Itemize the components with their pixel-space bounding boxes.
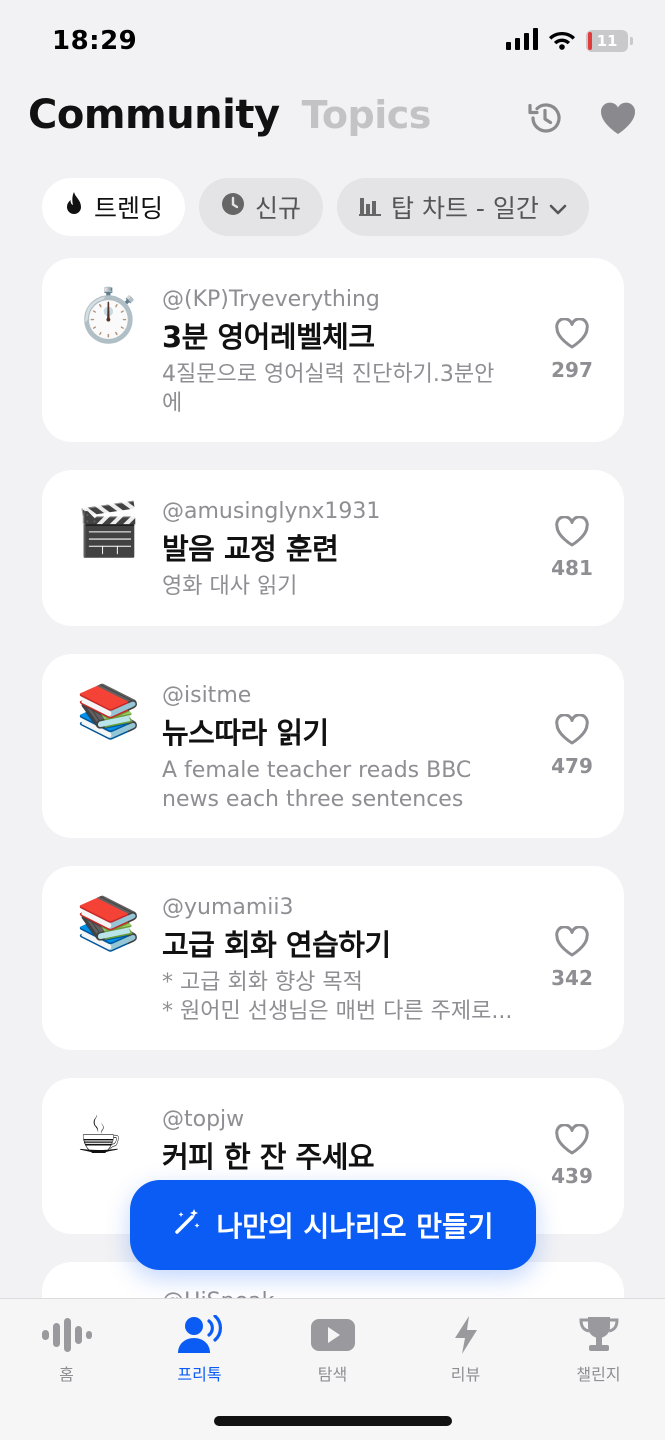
card-description: 영화 대사 읽기 — [162, 574, 298, 599]
card-body: @yumamii3 고급 회화 연습하기 * 고급 회화 향상 목적 * 원어민… — [162, 894, 514, 1026]
card-author[interactable]: @amusinglynx1931 — [162, 498, 514, 526]
wifi-icon — [548, 28, 576, 54]
card-body: @topjw 커피 한 잔 주세요 — [162, 1106, 514, 1176]
battery-icon: 11 — [586, 30, 628, 52]
trophy-icon — [578, 1313, 619, 1357]
tab-topics[interactable]: Topics — [302, 93, 432, 137]
card-author[interactable]: @yumamii3 — [162, 894, 514, 922]
play-icon — [310, 1313, 355, 1357]
like-button[interactable]: 479 — [548, 713, 596, 778]
card-description: 4질문으로 영어실력 진단하기.3분안에 100%진단가능 — [162, 362, 495, 416]
tab-community[interactable]: Community — [28, 92, 280, 138]
card-body: @amusinglynx1931 발음 교정 훈련 영화 대사 읽기 — [162, 498, 514, 601]
history-icon[interactable] — [525, 98, 565, 142]
card-title: 발음 교정 훈련 — [162, 532, 339, 566]
bottom-nav-items: 홈 프리톡 탐색 리뷰 챌린지 — [0, 1299, 665, 1385]
filter-new[interactable]: 신규 — [199, 178, 324, 236]
nav-item-review[interactable]: 리뷰 — [411, 1313, 521, 1385]
battery-tip — [630, 37, 633, 45]
scenario-card[interactable]: 📚 @yumamii3 고급 회화 연습하기 * 고급 회화 향상 목적 * 원… — [42, 866, 624, 1050]
nav-label-review: 리뷰 — [450, 1365, 481, 1384]
filter-trending[interactable]: 트렌딩 — [42, 178, 186, 236]
create-scenario-label: 나만의 시나리오 만들기 — [216, 1210, 494, 1243]
filter-chips: 트렌딩 신규 탑 차트 - 일간 — [42, 178, 589, 236]
nav-item-explore[interactable]: 탐색 — [278, 1313, 388, 1385]
signal-icon — [506, 28, 538, 54]
heart-outline-icon — [554, 925, 590, 962]
card-body: @(KP)Tryeverything 3분 영어레벨체크 4질문으로 영어실력 … — [162, 286, 514, 418]
status-icons: 11 — [506, 28, 633, 54]
like-count: 439 — [551, 1164, 593, 1188]
like-button[interactable]: 297 — [548, 317, 596, 382]
card-title: 3분 영어레벨체크 — [162, 320, 375, 354]
magic-wand-icon — [172, 1207, 202, 1244]
card-title: 뉴스따라 읽기 — [162, 716, 329, 750]
header: Community Topics — [28, 92, 637, 152]
nav-item-freetalk[interactable]: 프리톡 — [145, 1313, 255, 1385]
bar-chart-icon — [359, 193, 382, 222]
nav-label-home: 홈 — [59, 1365, 74, 1384]
battery-level: 11 — [596, 32, 618, 50]
waveform-icon — [41, 1313, 92, 1357]
coffee-icon: ☕ — [76, 1106, 123, 1166]
books-icon: 📚 — [76, 682, 141, 742]
card-title: 고급 회화 연습하기 — [162, 928, 391, 962]
filter-trending-label: 트렌딩 — [94, 194, 164, 223]
like-button[interactable]: 481 — [548, 515, 596, 580]
card-description: A female teacher reads BBC news each thr… — [162, 758, 472, 812]
nav-item-challenge[interactable]: 챌린지 — [544, 1313, 654, 1385]
home-indicator[interactable] — [214, 1416, 452, 1426]
chevron-down-icon — [549, 193, 567, 222]
stopwatch-icon: ⏱️ — [76, 286, 141, 346]
card-author[interactable]: @isitme — [162, 682, 514, 710]
clock-icon — [221, 192, 245, 222]
card-body: @isitme 뉴스따라 읽기 A female teacher reads B… — [162, 682, 514, 814]
like-count: 297 — [551, 358, 593, 382]
like-button[interactable]: 342 — [548, 925, 596, 990]
clapperboard-icon: 🎬 — [76, 500, 141, 560]
header-actions — [525, 98, 637, 142]
nav-item-home[interactable]: 홈 — [12, 1313, 122, 1385]
heart-outline-icon — [554, 515, 590, 552]
card-author[interactable]: @(KP)Tryeverything — [162, 286, 514, 314]
scenario-card[interactable]: 📚 @isitme 뉴스따라 읽기 A female teacher reads… — [42, 654, 624, 838]
card-author[interactable]: @topjw — [162, 1106, 514, 1134]
status-bar: 18:29 11 — [0, 0, 665, 84]
card-description: * 고급 회화 향상 목적 * 원어민 선생님은 매번 다른 주제로... — [162, 970, 513, 1024]
create-scenario-button[interactable]: 나만의 시나리오 만들기 — [130, 1180, 536, 1270]
nav-label-challenge: 챌린지 — [576, 1365, 621, 1384]
like-count: 479 — [551, 754, 593, 778]
heart-outline-icon — [554, 1123, 590, 1160]
heart-outline-icon — [554, 317, 590, 354]
books-icon: 📚 — [76, 894, 141, 954]
scenario-card[interactable]: ⏱️ @(KP)Tryeverything 3분 영어레벨체크 4질문으로 영어… — [42, 258, 624, 442]
nav-label-freetalk: 프리톡 — [177, 1365, 222, 1384]
card-title: 커피 한 잔 주세요 — [162, 1140, 375, 1174]
scenario-card[interactable]: 🎬 @amusinglynx1931 발음 교정 훈련 영화 대사 읽기 481 — [42, 470, 624, 626]
like-count: 342 — [551, 966, 593, 990]
flame-icon — [64, 191, 84, 223]
person-speaking-icon — [176, 1313, 224, 1357]
heart-outline-icon — [554, 713, 590, 750]
like-count: 481 — [551, 556, 593, 580]
filter-top-chart-label: 탑 차트 - 일간 — [391, 194, 539, 223]
filter-top-chart[interactable]: 탑 차트 - 일간 — [337, 178, 589, 236]
like-button[interactable]: 439 — [548, 1123, 596, 1188]
filter-new-label: 신규 — [255, 194, 302, 223]
status-time: 18:29 — [52, 26, 138, 56]
bolt-icon — [453, 1313, 479, 1357]
heart-icon[interactable] — [599, 101, 637, 139]
nav-label-explore: 탐색 — [317, 1365, 348, 1384]
